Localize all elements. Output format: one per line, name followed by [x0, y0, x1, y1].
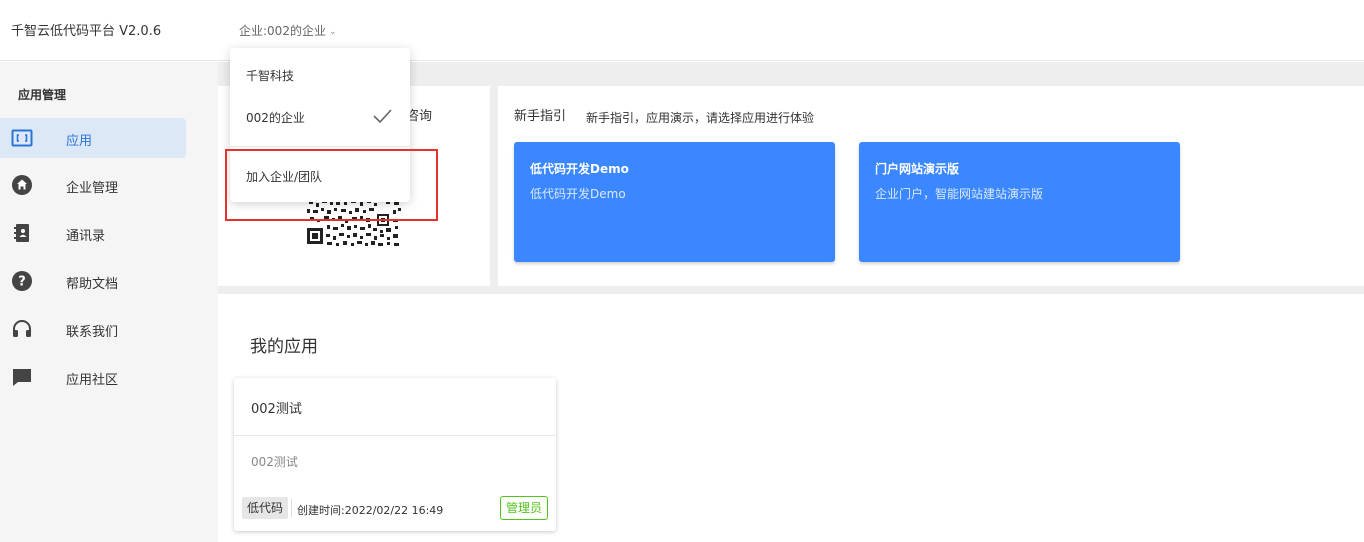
- sidebar-item-label: 应用社区: [66, 373, 119, 388]
- app-card-divider: [234, 435, 556, 436]
- org-dropdown-menu: 千智科技 002的企业 加入企业/团队: [230, 48, 410, 202]
- sidebar-item-label: 应用: [66, 134, 93, 149]
- home-icon: [12, 175, 32, 195]
- svg-text:?: ?: [18, 275, 26, 290]
- demo-card-portal[interactable]: 门户网站演示版 企业门户，智能网站建站演示版: [859, 142, 1180, 262]
- top-bar: 千智云低代码平台 V2.0.6 企业:002的企业 ⌄: [0, 0, 1364, 61]
- my-apps-title: 我的应用: [250, 337, 318, 357]
- headset-icon: [13, 320, 31, 337]
- tag-divider: [291, 499, 292, 517]
- sidebar-item-contacts[interactable]: 通讯录: [0, 213, 186, 253]
- app-card[interactable]: 002测试 002测试 低代码 创建时间:2022/02/22 16:49 管理…: [234, 378, 556, 531]
- guide-subtitle: 新手指引，应用演示，请选择应用进行体验: [586, 111, 815, 125]
- org-option-label: 002的企业: [246, 111, 305, 125]
- demo-card-title: 门户网站演示版: [875, 162, 960, 176]
- demo-card-desc: 低代码开发Demo: [530, 187, 626, 201]
- org-option-qianzhi[interactable]: 千智科技: [230, 54, 410, 94]
- help-icon: ?: [12, 271, 32, 291]
- sidebar-title: 应用管理: [18, 88, 67, 102]
- sidebar: 应用管理 应用 企业管理 通讯录 ? 帮助文档 联系我们 应用社区: [0, 62, 218, 542]
- join-org-option[interactable]: 加入企业/团队: [230, 155, 410, 195]
- app-card-name: 002测试: [251, 402, 302, 417]
- dropdown-divider: [230, 146, 410, 147]
- contacts-book-icon: [14, 224, 29, 242]
- app-card-desc: 002测试: [251, 455, 298, 469]
- my-apps-section: 我的应用 002测试 002测试 低代码 创建时间:2022/02/22 16:…: [218, 294, 1364, 542]
- join-org-label: 加入企业/团队: [246, 170, 323, 184]
- demo-card-desc: 企业门户，智能网站建站演示版: [875, 187, 1044, 201]
- sidebar-item-contact-us[interactable]: 联系我们: [0, 309, 186, 349]
- sidebar-item-label: 帮助文档: [66, 277, 119, 292]
- sidebar-item-label: 联系我们: [66, 325, 119, 340]
- sidebar-item-community[interactable]: 应用社区: [0, 357, 186, 397]
- demo-card-lowcode[interactable]: 低代码开发Demo 低代码开发Demo: [514, 142, 835, 262]
- check-icon: [373, 109, 392, 124]
- guide-title: 新手指引: [514, 109, 567, 124]
- sidebar-item-apps[interactable]: 应用: [0, 118, 186, 158]
- chevron-down-icon: ⌄: [328, 27, 337, 37]
- org-switcher[interactable]: 企业:002的企业 ⌄: [239, 22, 337, 39]
- sidebar-item-help[interactable]: ? 帮助文档: [0, 261, 186, 301]
- guide-card: 新手指引 新手指引，应用演示，请选择应用进行体验 低代码开发Demo 低代码开发…: [498, 86, 1364, 286]
- sidebar-item-label: 企业管理: [66, 181, 119, 196]
- org-switcher-label: 企业:002的企业: [239, 24, 326, 38]
- app-role-badge: 管理员: [500, 496, 549, 520]
- sidebar-item-label: 通讯录: [66, 229, 106, 244]
- org-option-002[interactable]: 002的企业: [230, 96, 410, 136]
- app-created-time: 创建时间:2022/02/22 16:49: [297, 504, 444, 517]
- brand-title: 千智云低代码平台 V2.0.6: [11, 24, 162, 39]
- chat-bubble-icon: [13, 369, 31, 386]
- app-type-tag: 低代码: [242, 497, 289, 519]
- org-option-label: 千智科技: [246, 69, 295, 83]
- demo-card-title: 低代码开发Demo: [530, 162, 629, 176]
- app-icon: [11, 129, 33, 147]
- sidebar-item-enterprise[interactable]: 企业管理: [0, 165, 186, 205]
